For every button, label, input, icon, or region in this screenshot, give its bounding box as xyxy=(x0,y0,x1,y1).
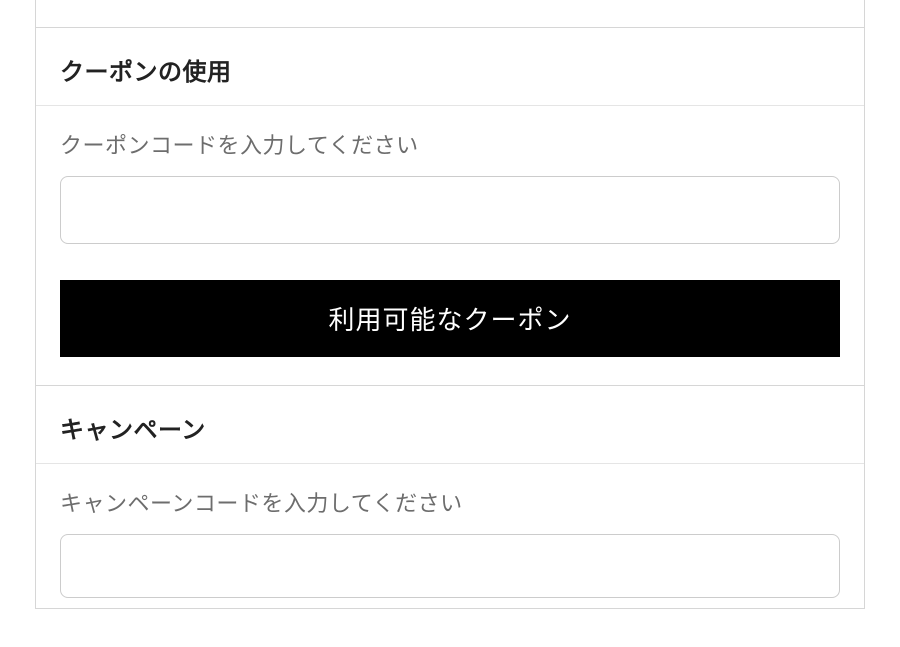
coupon-body: クーポンコードを入力してください 利用可能なクーポン xyxy=(36,106,864,385)
coupon-code-input[interactable] xyxy=(60,176,840,244)
campaign-body: キャンペーンコードを入力してください xyxy=(36,464,864,608)
coupon-panel: クーポンの使用 クーポンコードを入力してください 利用可能なクーポン xyxy=(35,28,865,386)
available-coupons-button[interactable]: 利用可能なクーポン xyxy=(60,280,840,357)
previous-panel-bottom xyxy=(35,0,865,28)
coupon-input-label: クーポンコードを入力してください xyxy=(60,128,840,160)
campaign-panel: キャンペーン キャンペーンコードを入力してください xyxy=(35,386,865,609)
campaign-input-label: キャンペーンコードを入力してください xyxy=(60,486,840,518)
coupon-heading: クーポンの使用 xyxy=(36,28,864,106)
campaign-heading: キャンペーン xyxy=(36,386,864,464)
campaign-code-input[interactable] xyxy=(60,534,840,598)
